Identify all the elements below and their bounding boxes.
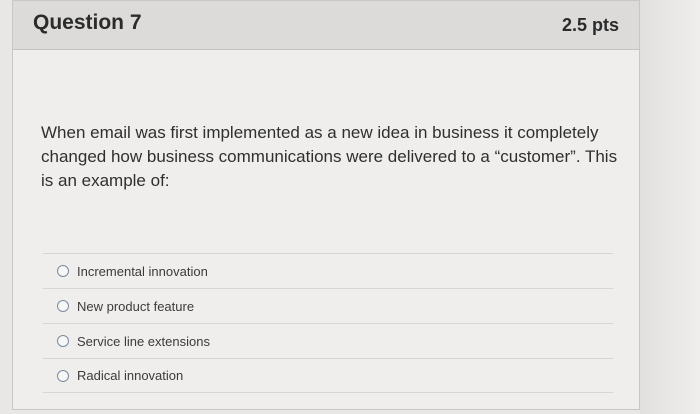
answer-option-radical-innovation[interactable]: Radical innovation xyxy=(43,358,613,393)
page-background-right xyxy=(640,0,700,414)
answer-label: Incremental innovation xyxy=(77,263,208,279)
question-text: When email was first implemented as a ne… xyxy=(41,123,618,190)
question-header: Question 7 2.5 pts xyxy=(13,1,639,50)
answer-option-incremental-innovation[interactable]: Incremental innovation xyxy=(43,253,613,288)
answer-option-new-product-feature[interactable]: New product feature xyxy=(43,288,613,323)
radio-button-icon[interactable] xyxy=(57,369,69,382)
radio-button-icon[interactable] xyxy=(57,335,69,347)
answer-option-service-line-extensions[interactable]: Service line extensions xyxy=(43,323,613,358)
radio-button-icon[interactable] xyxy=(57,300,69,312)
question-title: Question 7 xyxy=(33,11,142,34)
question-card: Question 7 2.5 pts When email was first … xyxy=(12,0,640,410)
answer-label: Radical innovation xyxy=(77,368,184,383)
answer-label: New product feature xyxy=(77,298,195,314)
radio-button-icon[interactable] xyxy=(57,265,69,277)
answer-label: Service line extensions xyxy=(77,333,210,349)
answer-list: Incremental innovation New product featu… xyxy=(43,253,613,393)
question-points: 2.5 pts xyxy=(561,15,619,35)
